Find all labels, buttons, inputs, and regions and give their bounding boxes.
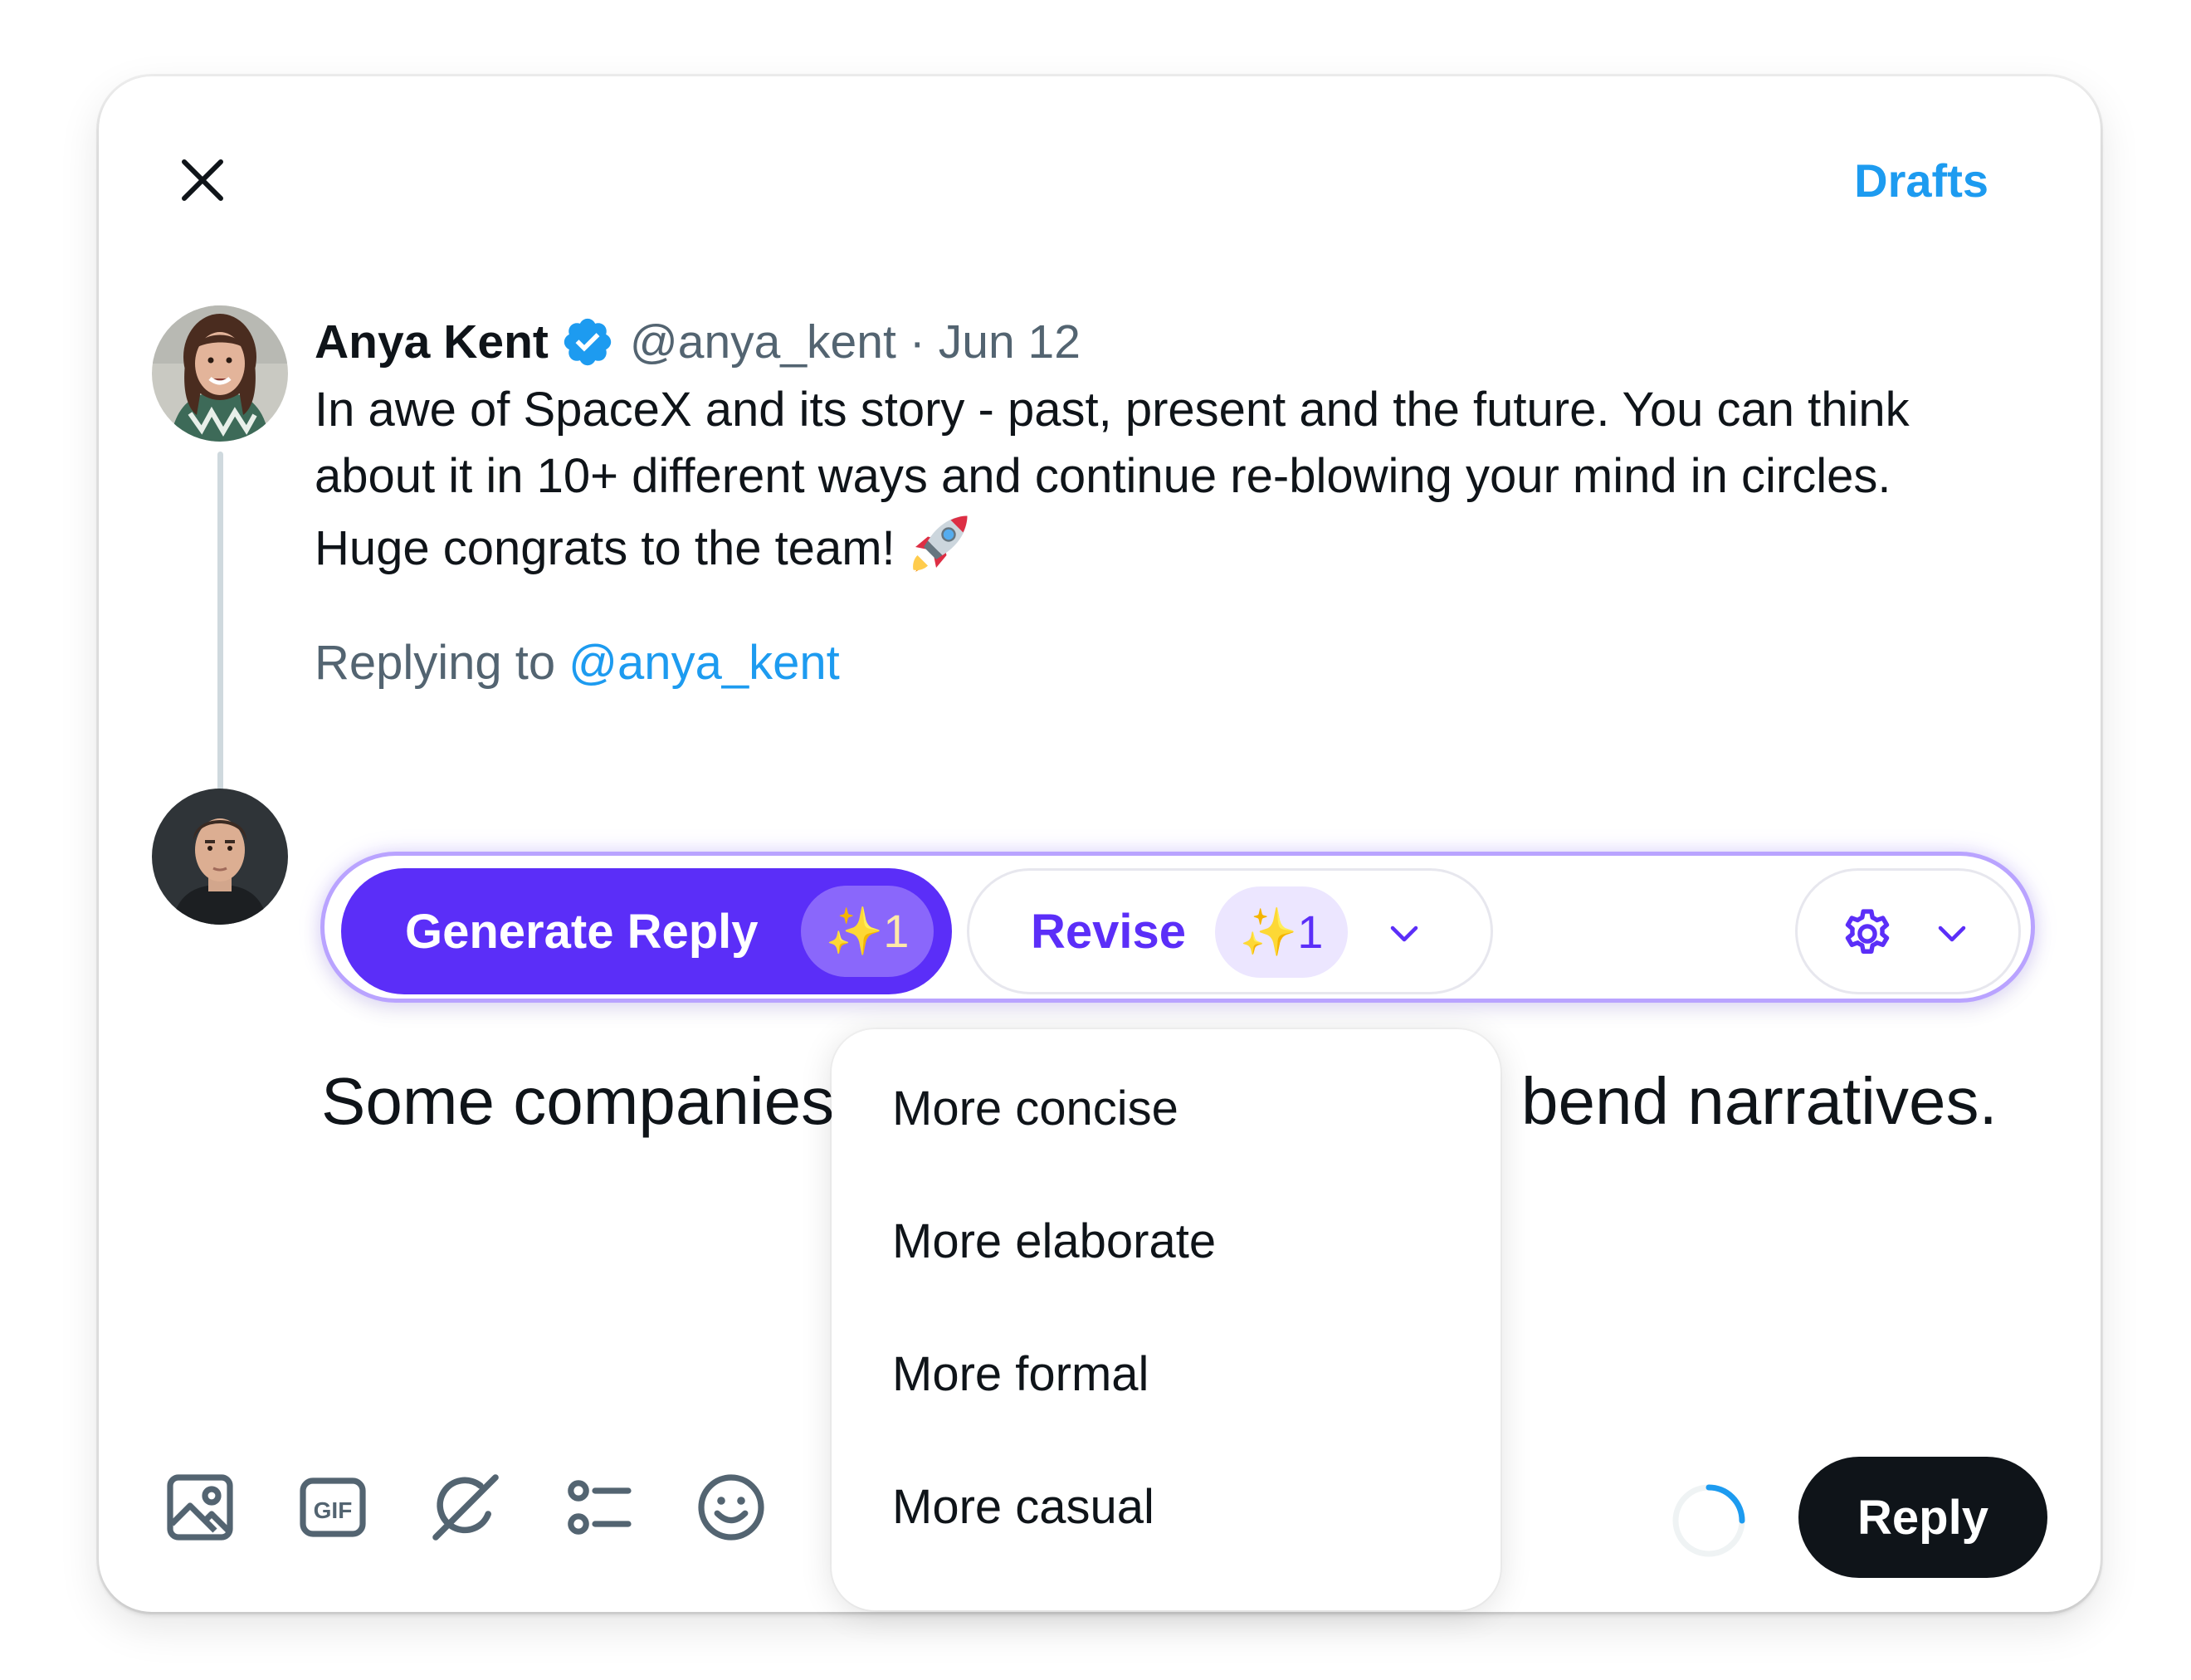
revise-credit-badge: ✨1	[1215, 886, 1348, 978]
reply-button[interactable]: Reply	[1798, 1457, 2047, 1578]
image-icon[interactable]	[160, 1468, 240, 1547]
tweet-header: Anya Kent @anya_kent · Jun 12	[315, 309, 1081, 375]
tweet-text-line: about it in 10+ different ways and conti…	[315, 449, 1891, 503]
revise-button[interactable]: Revise ✨1	[967, 868, 1493, 994]
generate-reply-button[interactable]: Generate Reply ✨1	[341, 868, 952, 994]
tweet-text-line: Huge congrats to the team!	[315, 510, 2074, 582]
grok-icon[interactable]	[426, 1468, 505, 1547]
tweet-date[interactable]: Jun 12	[939, 315, 1081, 369]
avatar-image-icon	[152, 305, 288, 442]
thread-connector-line	[217, 452, 223, 808]
generate-credit-badge: ✨1	[801, 886, 934, 977]
tweet-text: In awe of SpaceX and its story - past, p…	[315, 377, 2074, 582]
close-button[interactable]	[157, 134, 248, 226]
replying-mention[interactable]: @anya_kent	[568, 635, 840, 691]
tweet-text-line: In awe of SpaceX and its story - past, p…	[315, 383, 1910, 437]
rocket-emoji	[912, 515, 968, 572]
avatar-image-icon	[152, 789, 288, 925]
chevron-down-icon[interactable]	[1386, 916, 1422, 952]
svg-text:GIF: GIF	[314, 1497, 353, 1523]
meta-separator: ·	[909, 315, 925, 369]
poll-icon[interactable]	[559, 1468, 638, 1547]
emoji-icon[interactable]	[691, 1468, 771, 1547]
character-count-ring-icon	[1672, 1484, 1745, 1557]
menu-item-more-casual[interactable]: More casual	[832, 1444, 1501, 1569]
ai-settings-button[interactable]	[1795, 868, 2021, 994]
drafts-link[interactable]: Drafts	[1854, 134, 1988, 226]
author-name[interactable]: Anya Kent	[315, 315, 549, 369]
author-avatar[interactable]	[152, 305, 288, 442]
revise-dropdown-menu: More concise More elaborate More formal …	[832, 1029, 1501, 1610]
menu-item-more-concise[interactable]: More concise	[832, 1046, 1501, 1170]
menu-item-more-formal[interactable]: More formal	[832, 1311, 1501, 1436]
compose-text-start: Some companies	[321, 1064, 835, 1138]
author-handle[interactable]: @anya_kent	[630, 315, 896, 369]
user-avatar[interactable]	[152, 789, 288, 925]
ai-reply-toolbar: Generate Reply ✨1 Revise ✨1	[320, 852, 2035, 1003]
replying-prefix: Replying to	[315, 635, 556, 690]
reply-dialog: Drafts Anya Kent @anya_kent · Jun 12 In …	[99, 76, 2101, 1612]
chevron-down-icon	[1938, 925, 1966, 942]
compose-text-end: bend narratives.	[1521, 1064, 1998, 1138]
replying-to: Replying to @anya_kent	[315, 629, 840, 696]
menu-item-more-elaborate[interactable]: More elaborate	[832, 1179, 1501, 1303]
verified-badge-icon	[564, 318, 612, 366]
close-icon	[182, 159, 223, 201]
gif-icon[interactable]: GIF	[293, 1468, 373, 1547]
generate-reply-label: Generate Reply	[405, 904, 759, 959]
gear-icon	[1845, 909, 1890, 954]
revise-label: Revise	[1031, 904, 1187, 959]
